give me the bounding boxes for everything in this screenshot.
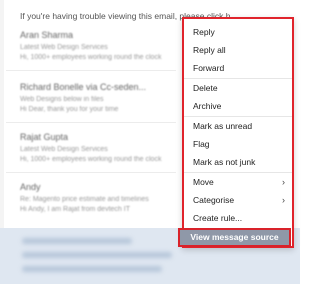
menu-item-label: Create rule... [193,213,243,223]
menu-item-create-rule[interactable]: Create rule... [184,209,292,227]
menu-item-label: Archive [193,101,222,111]
email-preview: Hi, 1000+ employees working round the cl… [20,54,162,61]
email-subject: Re: Magento price estimate and timelines [20,196,149,203]
menu-item-archive[interactable]: Archive [184,97,292,115]
menu-item-label: Mark as not junk [193,157,256,167]
email-subject: Latest Web Design Services [20,146,108,153]
blurred-text [22,266,162,272]
menu-item-flag[interactable]: Flag [184,135,292,153]
email-sender: Richard Bonelle via Cc-seden... [20,82,147,92]
email-preview: Hi, 1000+ employees working round the cl… [20,156,162,163]
menu-item-delete[interactable]: Delete [184,79,292,97]
email-divider [6,122,176,123]
menu-item-forward[interactable]: Forward [184,59,292,77]
menu-item-reply-all[interactable]: Reply all [184,41,292,59]
menu-item-label: Mark as unread [193,121,253,131]
email-preview: Hi Dear, thank you for your time [20,106,119,113]
menu-item-label: Delete [193,83,218,93]
menu-item-label: Move [193,177,214,187]
chevron-right-icon: › [282,177,285,187]
email-divider [6,70,176,71]
email-sender: Rajat Gupta [20,132,69,142]
menu-item-mark-not-junk[interactable]: Mark as not junk [184,153,292,171]
blurred-text [22,238,132,244]
email-divider [6,172,176,173]
email-subject: Latest Web Design Services [20,44,108,51]
menu-item-move[interactable]: Move › [184,173,292,191]
email-subject: Web Designs below in files [20,96,104,103]
menu-item-label: Forward [193,63,225,73]
menu-item-mark-unread[interactable]: Mark as unread [184,117,292,135]
menu-item-label: Reply [193,27,215,37]
view-message-source-button[interactable]: View message source [178,228,291,247]
chevron-right-icon: › [282,195,285,205]
menu-item-label: Flag [193,139,210,149]
blurred-text [22,252,172,258]
email-preview: Hi Andy, I am Rajat from devtech IT [20,206,130,213]
menu-item-label: Categorise [193,195,235,205]
email-sender: Aran Sharma [20,30,74,40]
menu-item-label: Reply all [193,45,226,55]
email-sender: Andy [20,182,41,192]
menu-item-categorise[interactable]: Categorise › [184,191,292,209]
menu-item-reply[interactable]: Reply [184,23,292,41]
context-menu: Reply Reply all Forward Delete Archive M… [182,17,294,248]
